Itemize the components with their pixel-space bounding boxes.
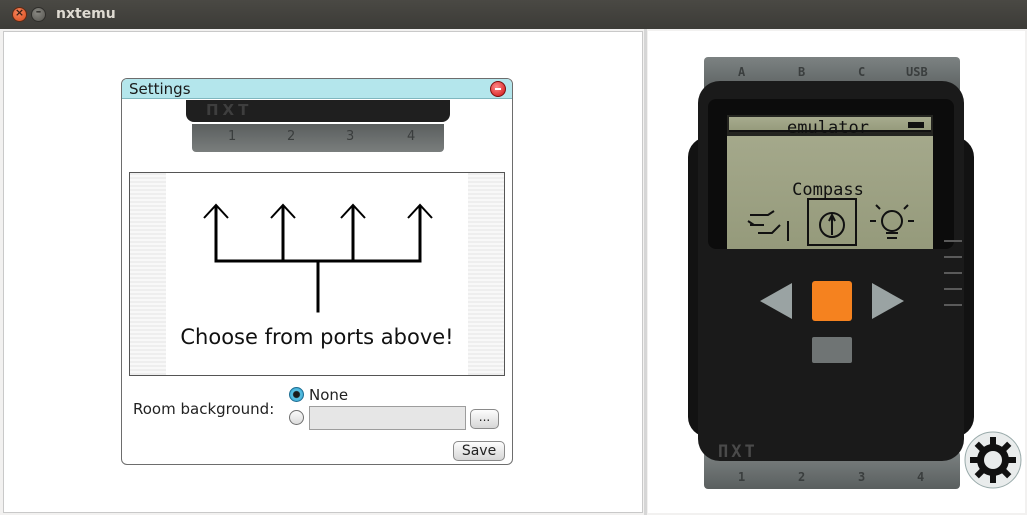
panel-left-margin xyxy=(130,173,166,375)
enter-button[interactable] xyxy=(812,281,852,321)
settings-titlebar[interactable]: Settings xyxy=(122,79,512,99)
port-arrows-diagram xyxy=(203,203,433,313)
port-3-button[interactable]: 3 xyxy=(346,129,354,144)
port-4-button[interactable]: 4 xyxy=(407,129,415,144)
sensor-port-strip: 1 2 3 4 xyxy=(192,124,444,152)
back-button[interactable] xyxy=(812,337,852,363)
nxt-brick: A B C USB 1 2 3 4 emulator Compass ПXT xyxy=(688,57,974,489)
port-1-label: 1 xyxy=(738,470,745,484)
brick-bottom-edge: ПXT xyxy=(186,100,450,122)
pane-splitter[interactable] xyxy=(644,29,647,515)
settings-title: Settings xyxy=(129,80,191,98)
window-titlebar: × – nxtemu xyxy=(0,0,1027,29)
brick-port-header: ПXT 1 2 3 4 xyxy=(128,100,506,166)
room-background-row: Room background: None ... xyxy=(122,384,512,444)
gear-icon[interactable] xyxy=(963,430,1023,490)
minimize-icon: – xyxy=(35,5,42,18)
port-b-label: B xyxy=(798,65,805,79)
battery-icon xyxy=(908,122,924,128)
window-title: nxtemu xyxy=(56,6,116,22)
radio-none[interactable] xyxy=(289,387,304,402)
settings-dialog: Settings ПXT 1 2 3 4 Choose from ports a… xyxy=(121,78,513,465)
port-chooser-panel: Choose from ports above! xyxy=(129,172,505,376)
room-background-label: Room background: xyxy=(133,400,275,418)
menu-selected-label: Compass xyxy=(792,180,864,200)
window-minimize-button[interactable]: – xyxy=(31,5,46,22)
port-a-label: A xyxy=(738,65,746,79)
port-4-label: 4 xyxy=(917,470,924,484)
port-chooser-hint: Choose from ports above! xyxy=(180,325,454,349)
settings-close-button[interactable] xyxy=(490,81,506,97)
save-button[interactable]: Save xyxy=(453,441,505,461)
port-1-button[interactable]: 1 xyxy=(228,129,236,144)
brick-logo: ПXT xyxy=(718,442,758,462)
port-2-label: 2 xyxy=(798,470,805,484)
port-2-button[interactable]: 2 xyxy=(287,129,295,144)
radio-none-label[interactable]: None xyxy=(309,386,348,404)
panel-right-margin xyxy=(468,173,504,375)
port-c-label: C xyxy=(858,65,865,79)
screen-title: emulator xyxy=(787,118,869,138)
browse-button[interactable]: ... xyxy=(470,409,499,429)
close-icon: × xyxy=(14,6,25,19)
radio-custom-image[interactable] xyxy=(289,410,304,425)
window-close-button[interactable]: × xyxy=(12,6,27,22)
port-usb-label: USB xyxy=(906,65,928,79)
nxt-logo: ПXT xyxy=(206,101,253,119)
port-3-label: 3 xyxy=(858,470,865,484)
background-path-input[interactable] xyxy=(309,406,466,430)
port-diagram-area: Choose from ports above! xyxy=(166,173,468,375)
